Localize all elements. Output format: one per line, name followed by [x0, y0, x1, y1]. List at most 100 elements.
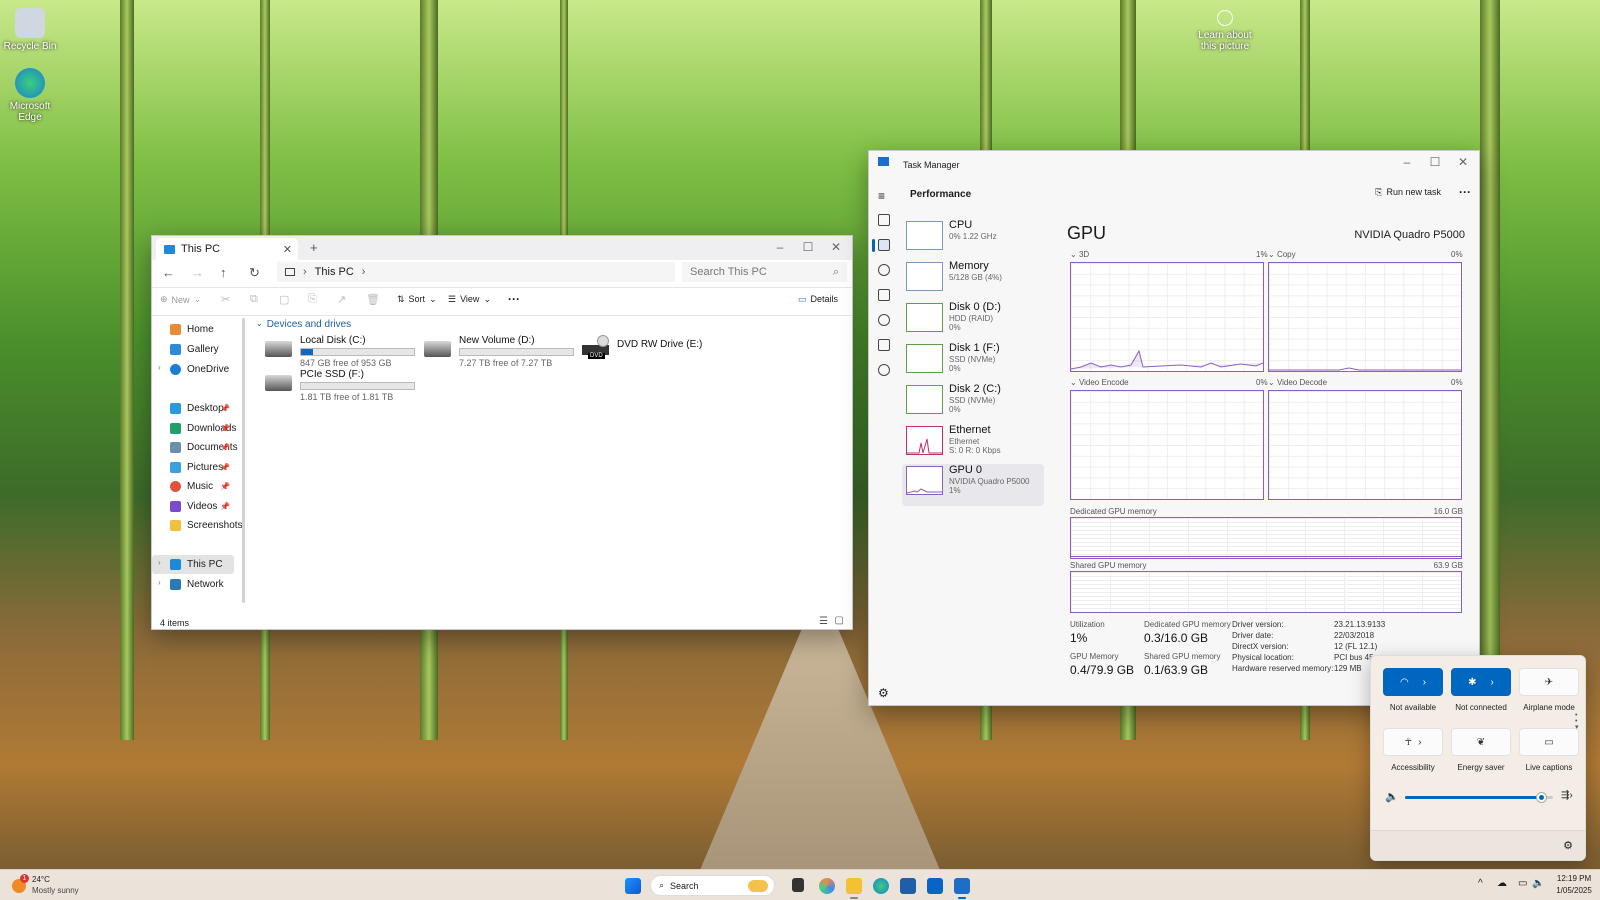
sort-button[interactable]: ⇅ Sort ⌄ [397, 294, 437, 305]
more-button[interactable]: ··· [508, 292, 520, 306]
more-options-button[interactable]: ··· [1459, 185, 1471, 199]
graph-3d-label[interactable]: ⌄ 3D [1070, 250, 1089, 259]
users-icon[interactable] [878, 314, 890, 326]
learn-about-picture[interactable]: Learn about this picture [1195, 10, 1255, 52]
onedrive-tray-icon[interactable]: ☁ [1497, 878, 1507, 889]
desktop-icon-edge[interactable]: Microsoft Edge [0, 68, 60, 123]
drive-f[interactable]: PCIe SSD (F:) 1.81 TB free of 1.81 TB [265, 369, 415, 402]
paste-icon[interactable]: ▢ [279, 293, 289, 306]
perf-item-disk0[interactable]: Disk 0 (D:) HDD (RAID) 0% [902, 301, 1040, 339]
search-input[interactable]: Search This PC ⌕ [682, 262, 847, 282]
section-header[interactable]: ⌄ Devices and drives [256, 319, 351, 330]
perf-item-memory[interactable]: Memory 5/128 GB (4%) [902, 260, 1040, 298]
maximize-button[interactable]: ☐ [1421, 151, 1449, 173]
perf-item-cpu[interactable]: CPU 0% 1.22 GHz [902, 219, 1040, 257]
details-button[interactable]: ▭ Details [798, 294, 838, 305]
task-view-icon[interactable] [792, 878, 804, 892]
tab-this-pc[interactable]: This PC ✕ [156, 238, 298, 260]
perf-item-disk2[interactable]: Disk 2 (C:) SSD (NVMe) 0% [902, 383, 1040, 421]
drive-d[interactable]: New Volume (D:) 7.27 TB free of 7.27 TB [424, 335, 574, 368]
maximize-button[interactable]: ☐ [794, 236, 822, 258]
delete-icon[interactable]: 🗑 [366, 293, 380, 306]
run-new-task-button[interactable]: ⎘ Run new task [1375, 187, 1441, 198]
copy-icon[interactable]: ⧉ [250, 293, 258, 306]
sidebar-item-videos[interactable]: Videos 📌 [152, 497, 234, 516]
accessibility-toggle[interactable]: ☥ › [1383, 728, 1443, 756]
new-button[interactable]: ⊕ New ⌄ [160, 294, 201, 305]
graph-encode-label[interactable]: ⌄ Video Encode [1070, 378, 1129, 387]
airplane-mode-toggle[interactable]: ✈ [1519, 668, 1579, 696]
services-icon[interactable] [878, 364, 890, 376]
close-button[interactable]: ✕ [1449, 151, 1477, 173]
minimize-button[interactable]: – [1393, 151, 1421, 173]
share-icon[interactable]: ↗ [337, 293, 346, 306]
energy-saver-toggle[interactable]: ❦ [1451, 728, 1511, 756]
drive-e[interactable]: DVD DVD RW Drive (E:) [582, 335, 702, 361]
graph-decode-label[interactable]: ⌄ Video Decode [1268, 378, 1327, 387]
up-icon[interactable]: ↑ [220, 265, 227, 280]
start-button[interactable] [625, 878, 641, 894]
desktop-icon-recycle-bin[interactable]: Recycle Bin [0, 8, 60, 52]
bluetooth-toggle[interactable]: ✱ › [1451, 668, 1511, 696]
list-view-icon[interactable]: ☰ [819, 616, 828, 627]
forward-icon[interactable]: → [191, 265, 204, 280]
chevron-right-icon[interactable]: › [1491, 677, 1494, 688]
details-icon[interactable] [878, 339, 890, 351]
sidebar-item-downloads[interactable]: Downloads 📌 [152, 419, 236, 438]
minimize-button[interactable]: – [766, 236, 794, 258]
sidebar-item-home[interactable]: Home [152, 320, 234, 339]
processes-icon[interactable] [878, 214, 890, 226]
tiles-view-icon[interactable]: ▢ [835, 615, 844, 626]
close-tab-icon[interactable]: ✕ [283, 243, 292, 256]
chevron-up-icon[interactable]: ^ [1478, 878, 1483, 889]
weather-widget[interactable]: 1 24°C Mostly sunny [10, 874, 110, 898]
store-icon[interactable] [900, 878, 916, 894]
file-explorer-taskbar-icon[interactable] [846, 878, 862, 894]
copilot-icon[interactable] [819, 878, 835, 894]
perf-item-disk1[interactable]: Disk 1 (F:) SSD (NVMe) 0% [902, 342, 1040, 380]
perf-item-gpu0[interactable]: GPU 0 NVIDIA Quadro P5000 1% [902, 464, 1044, 506]
close-button[interactable]: ✕ [822, 236, 850, 258]
audio-output-icon[interactable]: ⇶› [1561, 790, 1573, 801]
chevron-right-icon[interactable]: › [362, 266, 366, 278]
sidebar-item-desktop[interactable]: Desktop 📌 [152, 399, 234, 418]
volume-thumb[interactable] [1536, 793, 1546, 802]
expand-chevron-icon[interactable]: › [158, 363, 161, 372]
address-bar[interactable]: › This PC › [277, 262, 675, 282]
back-icon[interactable]: ← [162, 265, 175, 280]
volume-slider[interactable] [1405, 793, 1553, 802]
clock[interactable]: 12:19 PM 1/05/2025 [1550, 873, 1598, 897]
perf-item-ethernet[interactable]: Ethernet Ethernet S: 0 R: 0 Kbps [902, 424, 1040, 462]
sidebar-item-this-pc[interactable]: This PC [152, 555, 234, 574]
page-dots-icon[interactable]: • • ▾ [1575, 712, 1579, 731]
taskbar-search[interactable]: ⌕ Search [650, 875, 775, 896]
sidebar-item-music[interactable]: Music 📌 [152, 477, 234, 496]
sidebar-scrollbar[interactable] [242, 318, 245, 603]
hamburger-menu-icon[interactable]: ≡ [878, 189, 885, 203]
edge-taskbar-icon[interactable] [873, 878, 889, 894]
sidebar-item-onedrive[interactable]: OneDrive [152, 360, 234, 379]
chevron-right-icon[interactable]: › [1423, 677, 1426, 688]
sidebar-item-documents[interactable]: Documents 📌 [152, 438, 238, 457]
refresh-icon[interactable]: ↻ [249, 265, 260, 281]
breadcrumb[interactable]: This PC [315, 266, 354, 278]
history-icon[interactable] [878, 264, 890, 276]
sidebar-item-network[interactable]: Network [152, 575, 234, 594]
startup-icon[interactable] [878, 289, 890, 301]
new-tab-icon[interactable]: + [310, 240, 318, 255]
rename-icon[interactable]: ⎘ [308, 293, 317, 306]
task-manager-taskbar-icon[interactable] [954, 878, 970, 894]
graph-copy-label[interactable]: ⌄ Copy [1268, 250, 1296, 259]
settings-gear-icon[interactable]: ⚙ [1563, 839, 1573, 852]
volume-icon[interactable]: 🔈 [1385, 790, 1399, 803]
volume-tray-icon[interactable]: 🔈 [1532, 878, 1544, 889]
performance-icon[interactable] [878, 239, 890, 251]
live-captions-toggle[interactable]: ▭ [1519, 728, 1579, 756]
view-button[interactable]: ☰ View ⌄ [448, 294, 491, 305]
network-tray-icon[interactable]: ▭ [1518, 878, 1527, 889]
sidebar-item-gallery[interactable]: Gallery [152, 340, 234, 359]
settings-gear-icon[interactable]: ⚙ [878, 686, 889, 700]
expand-chevron-icon[interactable]: › [158, 578, 161, 587]
sidebar-item-pictures[interactable]: Pictures 📌 [152, 458, 234, 477]
sidebar-item-screenshots[interactable]: Screenshots [152, 516, 243, 535]
